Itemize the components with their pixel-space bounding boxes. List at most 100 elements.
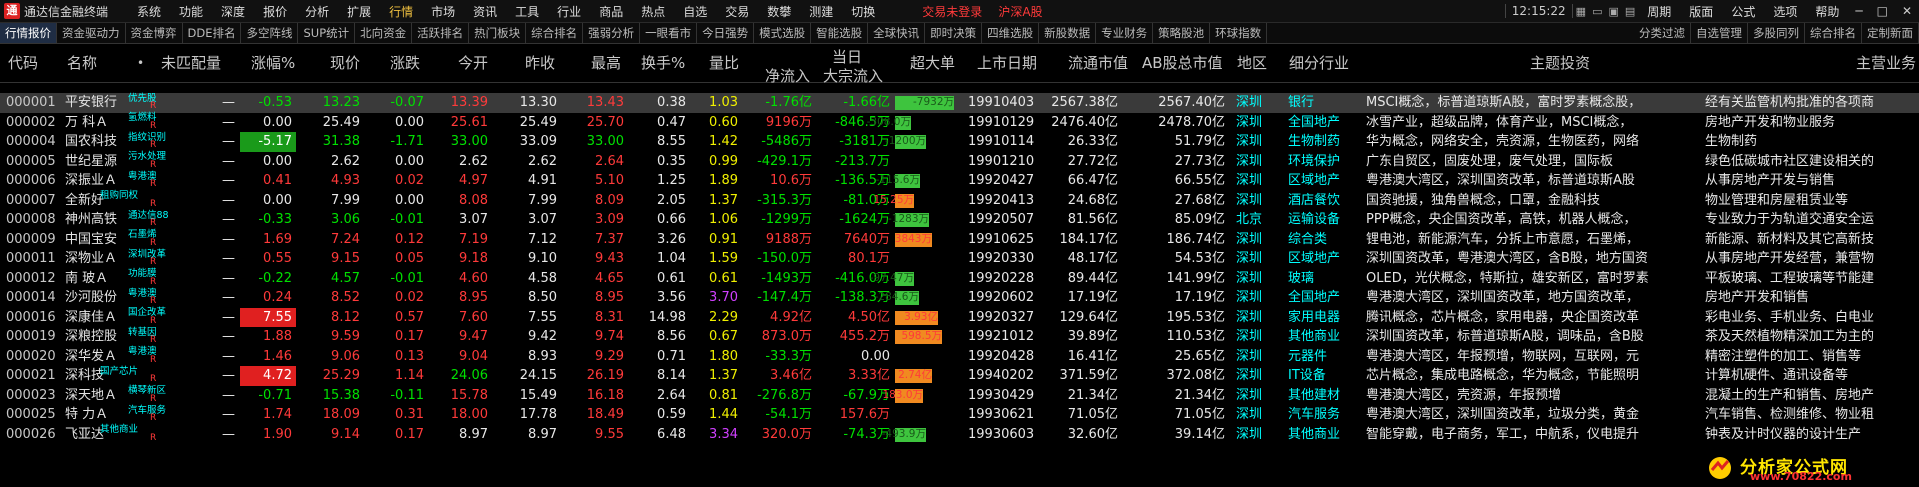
- toolbar-tab[interactable]: 环球指数: [1210, 23, 1268, 43]
- monitor-icon[interactable]: ▣: [1605, 5, 1621, 18]
- menu-item[interactable]: 行情: [380, 3, 422, 20]
- toolbar-tab[interactable]: 智能选股: [811, 23, 869, 43]
- toolbar-tab[interactable]: 今日强势: [697, 23, 755, 43]
- menu-item[interactable]: 资讯: [464, 3, 506, 20]
- col-industry[interactable]: 细分行业: [1289, 44, 1349, 82]
- table-row[interactable]: 000012 南 玻Ａ 功能膜 R — -0.22 4.57 -0.01 4.60 4.58 4.6…: [0, 268, 1919, 289]
- toolbar-tab[interactable]: DDE排名: [183, 23, 242, 43]
- menu-item[interactable]: 商品: [590, 3, 632, 20]
- col-high[interactable]: 最高: [591, 44, 621, 82]
- table-row[interactable]: 000002 万 科Ａ 氢燃料 R —0.00 25.49 0.00 25.61 25.49 25…: [0, 112, 1919, 133]
- col-change[interactable]: 涨跌: [390, 44, 420, 82]
- toolbar-tab[interactable]: 四维选股: [982, 23, 1040, 43]
- menu-item[interactable]: 自选: [674, 3, 716, 20]
- col-change-pct[interactable]: 涨幅%: [251, 44, 295, 82]
- table-row[interactable]: 000014 沙河股份 粤港澳 R —0.24 8.52 0.02 8.95 8.50 8.95 3…: [0, 288, 1919, 308]
- menu-item[interactable]: 分析: [296, 3, 338, 20]
- col-net-inflow[interactable]: 净流入: [765, 65, 810, 86]
- toolbar-tab[interactable]: 模式选股: [754, 23, 812, 43]
- toolbar-right-tab[interactable]: 分类过滤: [1634, 23, 1691, 43]
- col-theme[interactable]: 主题投资: [1530, 44, 1590, 82]
- col-name[interactable]: 名称: [67, 44, 97, 82]
- close-icon[interactable]: ✕: [1895, 4, 1919, 18]
- layout-icon[interactable]: ▦: [1573, 5, 1589, 18]
- col-super-large[interactable]: 超大单: [910, 44, 955, 82]
- menu-item[interactable]: 功能: [170, 3, 212, 20]
- table-row[interactable]: 000009 中国宝安 石墨烯 R —1.69 7.24 0.12 7.19 7.12 7.37 3…: [0, 229, 1919, 250]
- toolbar-tab[interactable]: 资金博弈: [126, 23, 183, 43]
- toolbar-tab[interactable]: SUP统计: [298, 23, 356, 43]
- menu-item[interactable]: 深度: [212, 3, 254, 20]
- menu-item[interactable]: 报价: [254, 3, 296, 20]
- toolbar-tab[interactable]: 北向资金: [355, 23, 413, 43]
- minimize-icon[interactable]: ─: [1848, 4, 1869, 18]
- table-row[interactable]: 000008 神州高铁 通达信88 R — -0.33 3.06 -0.01 3.07 3.07 3…: [0, 210, 1919, 230]
- table-row[interactable]: 000006 深振业Ａ 粤港澳 R —0.41 4.93 0.02 4.97 4.91 5.10 1…: [0, 171, 1919, 191]
- table-row[interactable]: 000026 飞亚达 其他商业 R —1.90 9.14 0.17 8.97 8.97 9.55 6…: [0, 424, 1919, 445]
- toolbar-tab[interactable]: 活跃排名: [412, 23, 470, 43]
- right-menu-item[interactable]: 公式: [1722, 3, 1764, 20]
- toolbar-tab[interactable]: 热门板块: [469, 23, 527, 43]
- toolbar-tab[interactable]: 一眼看市: [640, 23, 698, 43]
- toolbar-tab[interactable]: 全球快讯: [868, 23, 926, 43]
- table-row[interactable]: 000021 深科技 国产芯片 R —4.72 25.29 1.14 24.06 24.15 26…: [0, 366, 1919, 386]
- right-menu-item[interactable]: 版面: [1680, 3, 1722, 20]
- toolbar-right-tab[interactable]: 自选管理: [1691, 23, 1748, 43]
- toolbar-tab[interactable]: 资金驱动力: [57, 23, 126, 43]
- right-menu-item[interactable]: 选项: [1764, 3, 1806, 20]
- toolbar-tab[interactable]: 强弱分析: [583, 23, 641, 43]
- col-vol-ratio[interactable]: 量比: [709, 44, 739, 82]
- right-menu-item[interactable]: 帮助: [1806, 3, 1848, 20]
- toolbar-tab[interactable]: 专业财务: [1096, 23, 1154, 43]
- menu-item[interactable]: 市场: [422, 3, 464, 20]
- table-row[interactable]: 000007 全新好 租购同权 R —0.00 7.99 0.00 8.08 7.99 8.09 2…: [0, 190, 1919, 211]
- menu-item[interactable]: 热点: [632, 3, 674, 20]
- col-open[interactable]: 今开: [458, 44, 488, 82]
- menu-item[interactable]: 系统: [128, 3, 170, 20]
- table-row[interactable]: 000020 深华发Ａ 粤港澳 R —1.46 9.06 0.13 9.04 8.93 9.29 0…: [0, 346, 1919, 367]
- right-menu-item[interactable]: 周期: [1638, 3, 1680, 20]
- toolbar-tab[interactable]: 新股数据: [1039, 23, 1097, 43]
- col-region[interactable]: 地区: [1237, 44, 1267, 82]
- toolbar-tab[interactable]: 策略股池: [1153, 23, 1211, 43]
- col-prev-close[interactable]: 昨收: [525, 44, 555, 82]
- toolbar-right-tab[interactable]: 多股同列: [1748, 23, 1805, 43]
- table-row[interactable]: 000019 深粮控股 转基因 R —1.88 9.59 0.17 9.47 9.42 9.74 8…: [0, 327, 1919, 347]
- toolbar-tab[interactable]: 综合排名: [526, 23, 584, 43]
- toolbar-right-tab[interactable]: 定制新面: [1862, 23, 1919, 43]
- market-selector[interactable]: 沪深A股: [990, 3, 1050, 20]
- menu-item[interactable]: 测建: [800, 3, 842, 20]
- col-unmatched[interactable]: 未匹配量: [161, 44, 221, 82]
- col-turnover[interactable]: 换手%: [641, 44, 685, 82]
- maximize-icon[interactable]: □: [1870, 4, 1895, 18]
- col-code[interactable]: 代码: [8, 44, 38, 82]
- col-main-biz[interactable]: 主营业务: [1856, 44, 1916, 82]
- col-float-cap[interactable]: 流通市值: [1068, 44, 1128, 82]
- col-dot[interactable]: •: [137, 44, 144, 82]
- toolbar-right-tab[interactable]: 综合排名: [1805, 23, 1862, 43]
- window-icon[interactable]: ▭: [1589, 5, 1605, 18]
- table-row[interactable]: 000025 特 力Ａ 汽车服务 R —1.74 18.09 0.31 18.00 17.78 1…: [0, 405, 1919, 425]
- col-ipo-date[interactable]: 上市日期: [977, 44, 1037, 82]
- col-block-inflow[interactable]: 大宗流入: [823, 65, 883, 86]
- menu-item[interactable]: 扩展: [338, 3, 380, 20]
- toolbar-tab[interactable]: 多空阵线: [241, 23, 299, 43]
- table-row[interactable]: 000005 世纪星源 污水处理 R — 0.00 2.62 0.00 2.62 2.62 2.64…: [0, 151, 1919, 172]
- menu-item[interactable]: 切换: [842, 3, 884, 20]
- table-row[interactable]: 000023 深天地Ａ 横琴新区 R — -0.71 15.38 -0.11 15.78 15.4…: [0, 385, 1919, 406]
- table-row[interactable]: 000011 深物业Ａ 深圳改革 R — 0.55 9.15 0.05 9.18 9.10 9.43…: [0, 249, 1919, 269]
- cell-super-large: 15.25万: [873, 193, 914, 206]
- col-price[interactable]: 现价: [330, 44, 360, 82]
- menu-item[interactable]: 工具: [506, 3, 548, 20]
- grid-icon[interactable]: ▤: [1622, 5, 1638, 18]
- col-ab-total-cap[interactable]: AB股总市值: [1142, 44, 1223, 82]
- table-row[interactable]: 000004 国农科技 指纹识别 R — -5.17 31.38 -1.71 33.00 33.0…: [0, 132, 1919, 152]
- table-row[interactable]: 000016 深康佳Ａ 国企改革 R — 7.55 8.12 0.57 7.60 7.55 8.31…: [0, 307, 1919, 327]
- menu-item[interactable]: 数攀: [758, 3, 800, 20]
- trade-login-link[interactable]: 交易未登录: [914, 3, 990, 20]
- toolbar-tab[interactable]: 行情报价: [0, 23, 57, 43]
- menu-item[interactable]: 行业: [548, 3, 590, 20]
- toolbar-tab[interactable]: 即时决策: [925, 23, 983, 43]
- menu-item[interactable]: 交易: [716, 3, 758, 20]
- table-row[interactable]: 000001 平安银行 优先股 R — -0.53 13.23 -0.07 13.39 13.30…: [0, 93, 1919, 113]
